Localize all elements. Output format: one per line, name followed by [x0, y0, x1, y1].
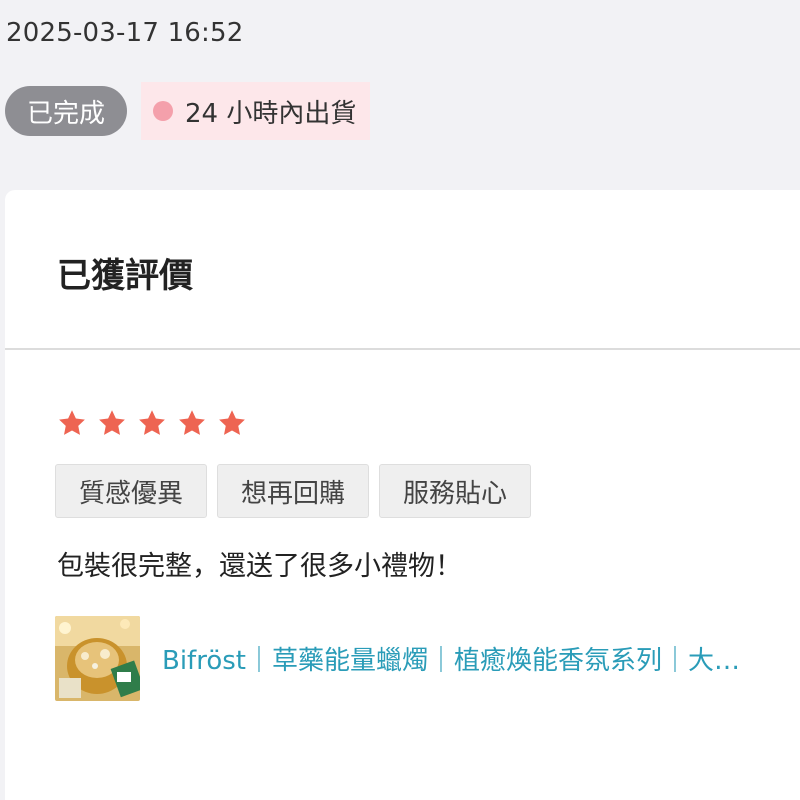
shipping-dot-icon: [153, 101, 174, 121]
status-pill: 已完成: [5, 86, 128, 136]
review-tag: 想再回購: [217, 464, 370, 518]
star-rating: [57, 408, 247, 438]
review-card-title: 已獲評價: [57, 256, 193, 296]
status-row: 已完成 24 小時內出貨: [5, 82, 371, 140]
review-tag: 質感優異: [55, 464, 208, 518]
review-text: 包裝很完整，還送了很多小禮物！: [57, 551, 462, 582]
shipping-label: 24 小時內出貨: [185, 98, 357, 129]
product-title-link[interactable]: Bifröst｜草藥能量蠟燭｜植癒煥能香氛系列｜大地之母: [162, 640, 754, 677]
shipping-badge: 24 小時內出貨: [141, 82, 371, 140]
star-icon: [57, 408, 87, 438]
review-tags: 質感優異 想再回購 服務貼心: [55, 464, 532, 518]
review-card: 已獲評價 質感優異 想再回購 服務貼心 包裝很完整，還送了很多小禮物！ Bifr…: [5, 190, 800, 800]
star-icon: [97, 408, 127, 438]
order-timestamp: 2025-03-17 16:52: [6, 18, 244, 48]
card-divider: [5, 348, 800, 350]
review-tag: 服務貼心: [379, 464, 532, 518]
candle-product-thumbnail[interactable]: [55, 616, 140, 701]
star-icon: [217, 408, 247, 438]
product-row[interactable]: Bifröst｜草藥能量蠟燭｜植癒煥能香氛系列｜大地之母: [55, 616, 795, 701]
star-icon: [177, 408, 207, 438]
star-icon: [137, 408, 167, 438]
